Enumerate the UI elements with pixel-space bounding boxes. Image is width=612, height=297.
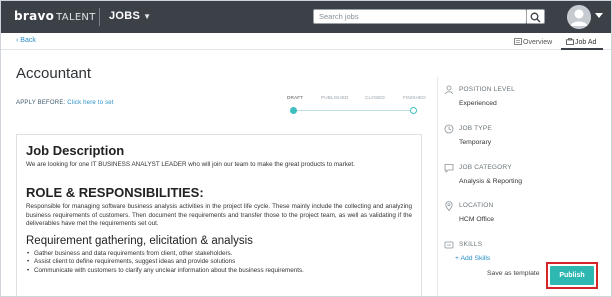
step-label-finished: FINISHED (403, 95, 426, 100)
sidebar-label: JOB CATEGORY (459, 164, 512, 171)
status-progress: DRAFT PUBLISHED CLOSED FINISHED (287, 95, 426, 115)
save-as-template-button[interactable]: Save as template (487, 270, 540, 277)
step-label-closed: CLOSED (365, 95, 385, 100)
list-item: Gather business and data requirements fr… (26, 250, 412, 259)
sidebar-value: Analysis & Reporting (459, 178, 523, 185)
list-item: Communicate with customers to clarify an… (26, 267, 412, 276)
chevron-down-icon: ▼ (143, 12, 152, 21)
sidebar-value: HCM Office (459, 216, 494, 223)
search-input[interactable]: Search jobs (313, 9, 527, 24)
tab-overview[interactable]: Overview (511, 36, 555, 48)
user-avatar[interactable] (567, 5, 591, 29)
step-dot-finished (410, 107, 417, 114)
apply-before-label: APPLY BEFORE: (16, 100, 66, 106)
avatar-caret-icon[interactable] (595, 13, 603, 18)
search-icon (530, 12, 541, 23)
person-level-icon (445, 85, 453, 95)
role-heading: ROLE & RESPONSIBILITIES: (26, 185, 204, 201)
location-pin-icon (445, 201, 453, 211)
logo-suffix: TALENT (56, 12, 96, 23)
job-description-text: We are looking for one IT BUSINESS ANALY… (26, 161, 355, 168)
document-icon (514, 38, 522, 45)
sub-navigation-bar: ‹ Back Overview Job Ad (1, 33, 611, 50)
list-item: Assist client to define requirements, su… (26, 258, 412, 267)
tab-overview-label: Overview (523, 39, 553, 46)
logo-brand: bravo (14, 9, 55, 23)
sidebar-label: POSITION LEVEL (459, 86, 515, 93)
sidebar-divider (437, 77, 438, 296)
job-ad-content[interactable]: Job Description We are looking for one I… (16, 134, 422, 296)
requirement-heading: Requirement gathering, elicitation & ana… (26, 234, 253, 247)
apply-before: APPLY BEFORE: Click here to set (16, 100, 114, 106)
sidebar-label: JOB TYPE (459, 125, 492, 132)
user-icon (567, 5, 591, 29)
back-label: Back (20, 37, 36, 44)
back-link[interactable]: ‹ Back (16, 37, 36, 44)
header-divider (99, 8, 100, 26)
top-navigation-bar: bravo TALENT JOBS ▼ Search jobs (1, 1, 611, 33)
sidebar-value: Experienced (459, 100, 497, 107)
tab-job-ad-label: Job Ad (575, 39, 597, 46)
logo[interactable]: bravo TALENT (14, 9, 96, 23)
search-button[interactable] (527, 9, 545, 24)
apply-before-link[interactable]: Click here to set (67, 100, 113, 106)
sidebar-value: Temporary (459, 139, 492, 146)
page-title: Accountant (16, 65, 92, 82)
step-label-published: PUBLISHED (321, 95, 349, 100)
app-window: bravo TALENT JOBS ▼ Search jobs ‹ Back O… (0, 0, 612, 297)
step-dot-draft (290, 107, 297, 114)
add-skills-link[interactable]: + Add Skills (455, 255, 490, 262)
skills-icon (444, 241, 454, 249)
module-switcher[interactable]: JOBS ▼ (109, 10, 151, 22)
progress-line (293, 110, 414, 111)
briefcase-icon (566, 38, 574, 46)
step-label-draft: DRAFT (287, 95, 304, 100)
module-label: JOBS (109, 10, 141, 22)
tab-job-ad[interactable]: Job Ad (563, 36, 599, 48)
active-tab-indicator (561, 48, 603, 50)
clock-icon (444, 124, 454, 134)
job-description-heading: Job Description (26, 143, 125, 158)
chat-bubble-icon (444, 164, 454, 173)
requirement-list: Gather business and data requirements fr… (26, 250, 412, 276)
role-text: Responsible for managing software busine… (26, 203, 412, 228)
sidebar-label: SKILLS (459, 241, 483, 248)
publish-button[interactable]: Publish (550, 266, 594, 285)
sidebar-label: LOCATION (459, 202, 494, 209)
